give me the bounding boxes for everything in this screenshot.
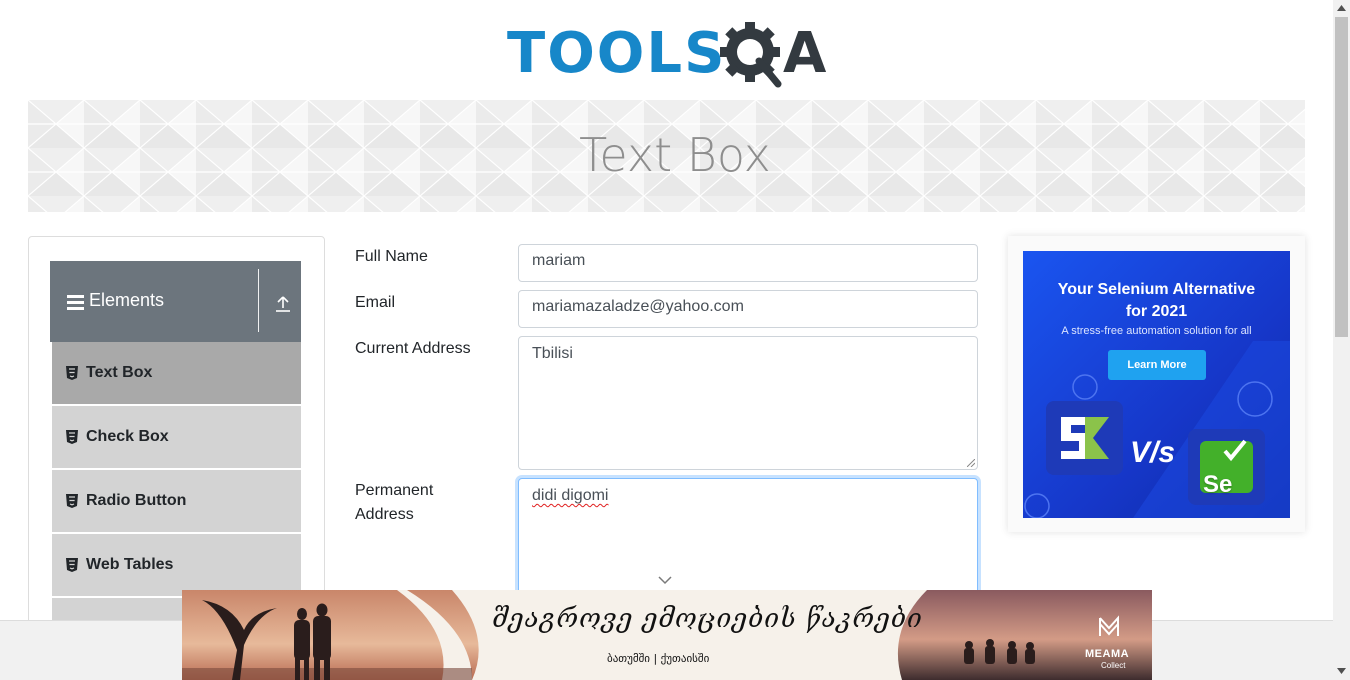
email-label: Email [355, 294, 396, 311]
sidebar-item-label: Text Box [86, 364, 153, 381]
ad-georgian-title: შეაგროვე ემოციების წაკრები [492, 604, 923, 634]
scroll-up-icon[interactable] [1337, 5, 1346, 11]
upload-arrow-icon[interactable] [274, 295, 292, 313]
meama-bottom-ad[interactable]: შეაგროვე ემოციების წაკრები ბათუმში | ქუთ… [182, 590, 1152, 680]
html5-icon [66, 558, 78, 572]
page-title: Text Box [579, 128, 771, 182]
ad-georgian-subtitle: ბათუმში | ქუთაისში [607, 652, 710, 665]
elements-group-header[interactable]: Elements [50, 261, 301, 342]
sidebar-item-text-box[interactable]: Text Box [50, 342, 301, 404]
ad-vs-text: V/s [1130, 436, 1176, 469]
scroll-down-icon[interactable] [1337, 668, 1346, 674]
permanent-address-label: Permanent Address [355, 479, 433, 527]
permanent-label-line1: Permanent [355, 482, 434, 499]
html5-icon [66, 430, 78, 444]
permanent-label-line2: Address [355, 506, 414, 523]
current-address-value: Tbilisi [532, 345, 573, 362]
current-address-label: Current Address [355, 340, 471, 357]
meama-brand-sub: Collect [1101, 661, 1126, 670]
sidebar-item-check-box[interactable]: Check Box [50, 406, 301, 468]
chevron-down-icon[interactable] [658, 575, 672, 585]
full-name-input[interactable]: mariam [518, 244, 978, 282]
ad-headline-line2: for 2021 [1125, 303, 1188, 320]
resize-grip-icon[interactable] [967, 459, 975, 467]
full-name-label: Full Name [355, 248, 428, 265]
hamburger-icon [67, 295, 84, 310]
sidebar-item-web-tables[interactable]: Web Tables [50, 534, 301, 596]
sidebar-item-label: Check Box [86, 428, 169, 445]
sidebar-item-label: Radio Button [86, 492, 187, 509]
current-address-textarea[interactable]: Tbilisi [518, 336, 978, 470]
permanent-address-value: didi digomi [532, 487, 609, 504]
logo-a-text: A [783, 21, 827, 86]
learn-more-button[interactable]: Learn More [1108, 350, 1206, 380]
selenium-logo-text: Se [1203, 471, 1233, 498]
vertical-scrollbar[interactable] [1333, 0, 1350, 680]
ad-headline-line1: Your Selenium Alternative [1057, 281, 1256, 298]
full-name-value: mariam [532, 252, 586, 269]
selenium-ad-card[interactable]: Your Selenium Alternative for 2021 A str… [1008, 236, 1305, 532]
html5-icon [66, 366, 78, 380]
html5-icon [66, 494, 78, 508]
divider [258, 269, 259, 332]
logo-tools-text: TOOLS [507, 21, 727, 86]
gear-magnifier-icon [720, 22, 782, 88]
scrollbar-thumb[interactable] [1335, 17, 1348, 337]
sidebar-item-label: Web Tables [86, 556, 174, 573]
ad-subtitle: A stress-free automation solution for al… [1061, 325, 1252, 337]
toolsqa-logo[interactable]: TOOLS A [507, 14, 832, 92]
ad-headline: Your Selenium Alternative for 2021 [1023, 279, 1290, 323]
email-value: mariamazaladze@yahoo.com [532, 298, 744, 315]
meama-brand: MEAMA [1085, 648, 1130, 660]
permanent-address-textarea[interactable]: didi digomi [518, 478, 978, 608]
selenium-ad-image[interactable]: Your Selenium Alternative for 2021 A str… [1023, 251, 1290, 518]
group-title: Elements [89, 290, 165, 310]
sidebar-item-radio-button[interactable]: Radio Button [50, 470, 301, 532]
email-input[interactable]: mariamazaladze@yahoo.com [518, 290, 978, 328]
